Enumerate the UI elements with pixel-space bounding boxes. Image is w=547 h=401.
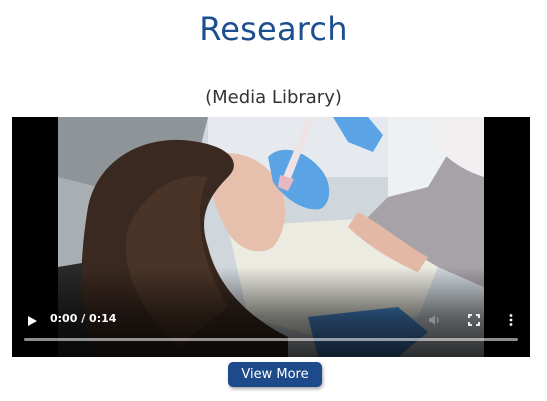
video-progress-bar[interactable] [24, 338, 518, 341]
research-section: Research (Media Library) 0:00 / 0:14 Vie… [0, 0, 547, 401]
more-options-icon[interactable] [504, 312, 518, 326]
video-time-display: 0:00 / 0:14 [50, 312, 117, 325]
page-subtitle: (Media Library) [205, 87, 342, 108]
play-icon[interactable] [25, 313, 39, 327]
video-player[interactable]: 0:00 / 0:14 [12, 117, 530, 357]
volume-icon[interactable] [427, 312, 441, 326]
fullscreen-icon[interactable] [467, 312, 481, 326]
view-more-button[interactable]: View More [228, 362, 322, 387]
page-title: Research [199, 10, 348, 48]
